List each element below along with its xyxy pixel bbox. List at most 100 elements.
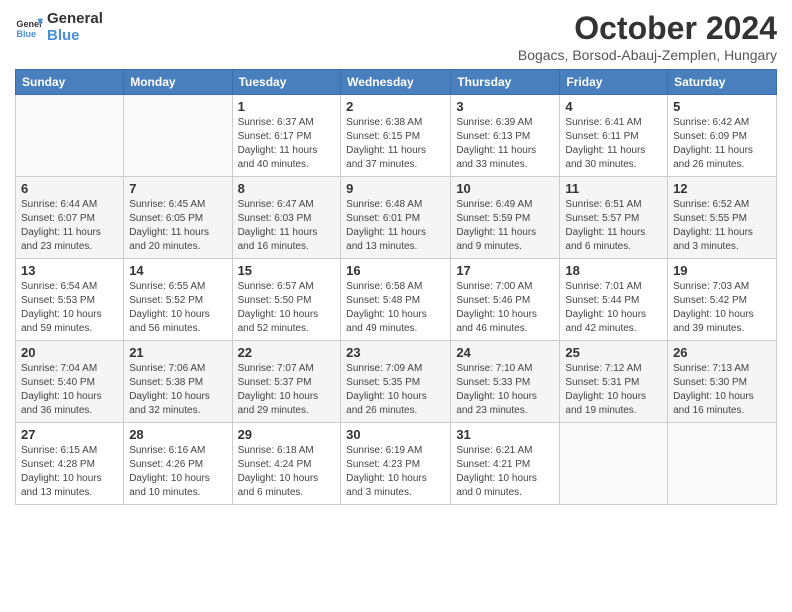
day-number: 15	[238, 263, 336, 278]
col-header-thursday: Thursday	[451, 70, 560, 95]
day-number: 21	[129, 345, 226, 360]
day-info: Sunrise: 6:57 AM Sunset: 5:50 PM Dayligh…	[238, 280, 336, 336]
calendar-cell: 9Sunrise: 6:48 AM Sunset: 6:01 PM Daylig…	[341, 177, 451, 259]
calendar-cell: 15 Sunrise: 6:57 AM Sunset: 5:50 PM Dayli…	[232, 259, 341, 341]
day-number: 1	[238, 99, 336, 114]
day-info: Sunrise: 6:44 AM Sunset: 6:07 PM Dayligh…	[21, 198, 118, 254]
page-header: General Blue General Blue October 2024 B…	[15, 10, 777, 63]
calendar-cell: 4Sunrise: 6:41 AM Sunset: 6:11 PM Daylig…	[560, 95, 668, 177]
day-number: 13	[21, 263, 118, 278]
day-info: Sunrise: 7:04 AM Sunset: 5:40 PM Dayligh…	[21, 362, 118, 418]
day-number: 20	[21, 345, 118, 360]
day-info: Sunrise: 6:39 AM Sunset: 6:13 PM Dayligh…	[456, 116, 554, 172]
calendar-cell: 7 Sunrise: 6:45 AM Sunset: 6:05 PM Daylig…	[124, 177, 232, 259]
day-number: 23	[346, 345, 445, 360]
calendar-cell: 11 Sunrise: 6:51 AM Sunset: 5:57 PM Dayli…	[560, 177, 668, 259]
day-number: 14	[129, 263, 226, 278]
calendar-cell: 6 Sunrise: 6:44 AM Sunset: 6:07 PM Daylig…	[16, 177, 124, 259]
day-info: Sunrise: 7:12 AM Sunset: 5:31 PM Dayligh…	[565, 362, 662, 418]
day-number: 22	[238, 345, 336, 360]
calendar-cell: 19 Sunrise: 7:03 AM Sunset: 5:42 PM Dayli…	[668, 259, 777, 341]
day-number: 30	[346, 427, 445, 442]
calendar-cell: 10 Sunrise: 6:49 AM Sunset: 5:59 PM Dayli…	[451, 177, 560, 259]
day-info: Sunrise: 6:42 AM Sunset: 6:09 PM Dayligh…	[673, 116, 771, 172]
calendar-cell: 20 Sunrise: 7:04 AM Sunset: 5:40 PM Dayli…	[16, 341, 124, 423]
calendar-cell: 13 Sunrise: 6:54 AM Sunset: 5:53 PM Dayli…	[16, 259, 124, 341]
day-info: Sunrise: 7:01 AM Sunset: 5:44 PM Dayligh…	[565, 280, 662, 336]
day-info: Sunrise: 6:15 AM Sunset: 4:28 PM Dayligh…	[21, 444, 118, 500]
day-info: Sunrise: 6:19 AM Sunset: 4:23 PM Dayligh…	[346, 444, 445, 500]
month-title: October 2024	[518, 10, 777, 47]
day-number: 19	[673, 263, 771, 278]
calendar-cell: 1Sunrise: 6:37 AM Sunset: 6:17 PM Daylig…	[232, 95, 341, 177]
day-number: 8	[238, 181, 336, 196]
day-info: Sunrise: 6:52 AM Sunset: 5:55 PM Dayligh…	[673, 198, 771, 254]
day-info: Sunrise: 6:47 AM Sunset: 6:03 PM Dayligh…	[238, 198, 336, 254]
calendar-cell: 31Sunrise: 6:21 AM Sunset: 4:21 PM Dayli…	[451, 423, 560, 505]
day-info: Sunrise: 6:48 AM Sunset: 6:01 PM Dayligh…	[346, 198, 445, 254]
col-header-friday: Friday	[560, 70, 668, 95]
day-info: Sunrise: 6:49 AM Sunset: 5:59 PM Dayligh…	[456, 198, 554, 254]
day-info: Sunrise: 6:51 AM Sunset: 5:57 PM Dayligh…	[565, 198, 662, 254]
day-number: 12	[673, 181, 771, 196]
calendar-cell	[560, 423, 668, 505]
calendar-cell: 18Sunrise: 7:01 AM Sunset: 5:44 PM Dayli…	[560, 259, 668, 341]
calendar-cell: 8 Sunrise: 6:47 AM Sunset: 6:03 PM Daylig…	[232, 177, 341, 259]
day-info: Sunrise: 7:09 AM Sunset: 5:35 PM Dayligh…	[346, 362, 445, 418]
calendar-cell: 17 Sunrise: 7:00 AM Sunset: 5:46 PM Dayli…	[451, 259, 560, 341]
day-number: 2	[346, 99, 445, 114]
day-number: 26	[673, 345, 771, 360]
calendar-cell: 26 Sunrise: 7:13 AM Sunset: 5:30 PM Dayli…	[668, 341, 777, 423]
logo-blue: Blue	[47, 27, 103, 44]
calendar-cell: 24Sunrise: 7:10 AM Sunset: 5:33 PM Dayli…	[451, 341, 560, 423]
day-number: 25	[565, 345, 662, 360]
day-number: 3	[456, 99, 554, 114]
day-info: Sunrise: 6:54 AM Sunset: 5:53 PM Dayligh…	[21, 280, 118, 336]
logo-general: General	[47, 10, 103, 27]
col-header-wednesday: Wednesday	[341, 70, 451, 95]
calendar-cell: 5 Sunrise: 6:42 AM Sunset: 6:09 PM Daylig…	[668, 95, 777, 177]
calendar-cell: 22 Sunrise: 7:07 AM Sunset: 5:37 PM Dayli…	[232, 341, 341, 423]
calendar-cell: 25 Sunrise: 7:12 AM Sunset: 5:31 PM Dayli…	[560, 341, 668, 423]
col-header-tuesday: Tuesday	[232, 70, 341, 95]
calendar-cell	[668, 423, 777, 505]
col-header-saturday: Saturday	[668, 70, 777, 95]
day-info: Sunrise: 7:03 AM Sunset: 5:42 PM Dayligh…	[673, 280, 771, 336]
calendar-cell	[16, 95, 124, 177]
day-info: Sunrise: 6:58 AM Sunset: 5:48 PM Dayligh…	[346, 280, 445, 336]
day-number: 16	[346, 263, 445, 278]
calendar-cell: 12 Sunrise: 6:52 AM Sunset: 5:55 PM Dayli…	[668, 177, 777, 259]
calendar-cell: 30 Sunrise: 6:19 AM Sunset: 4:23 PM Dayli…	[341, 423, 451, 505]
day-number: 6	[21, 181, 118, 196]
calendar-cell: 23 Sunrise: 7:09 AM Sunset: 5:35 PM Dayli…	[341, 341, 451, 423]
calendar-cell: 3 Sunrise: 6:39 AM Sunset: 6:13 PM Daylig…	[451, 95, 560, 177]
col-header-monday: Monday	[124, 70, 232, 95]
calendar-cell: 21 Sunrise: 7:06 AM Sunset: 5:38 PM Dayli…	[124, 341, 232, 423]
logo-icon: General Blue	[15, 13, 43, 41]
day-number: 17	[456, 263, 554, 278]
day-info: Sunrise: 6:45 AM Sunset: 6:05 PM Dayligh…	[129, 198, 226, 254]
day-info: Sunrise: 6:18 AM Sunset: 4:24 PM Dayligh…	[238, 444, 336, 500]
day-number: 4	[565, 99, 662, 114]
day-number: 28	[129, 427, 226, 442]
calendar-table: SundayMondayTuesdayWednesdayThursdayFrid…	[15, 69, 777, 505]
day-number: 10	[456, 181, 554, 196]
day-info: Sunrise: 7:06 AM Sunset: 5:38 PM Dayligh…	[129, 362, 226, 418]
day-number: 27	[21, 427, 118, 442]
day-info: Sunrise: 6:55 AM Sunset: 5:52 PM Dayligh…	[129, 280, 226, 336]
calendar-cell: 2 Sunrise: 6:38 AM Sunset: 6:15 PM Daylig…	[341, 95, 451, 177]
day-info: Sunrise: 6:16 AM Sunset: 4:26 PM Dayligh…	[129, 444, 226, 500]
calendar-cell: 14 Sunrise: 6:55 AM Sunset: 5:52 PM Dayli…	[124, 259, 232, 341]
calendar-cell: 28 Sunrise: 6:16 AM Sunset: 4:26 PM Dayli…	[124, 423, 232, 505]
calendar-cell: 29 Sunrise: 6:18 AM Sunset: 4:24 PM Dayli…	[232, 423, 341, 505]
day-info: Sunrise: 7:10 AM Sunset: 5:33 PM Dayligh…	[456, 362, 554, 418]
day-number: 5	[673, 99, 771, 114]
day-number: 11	[565, 181, 662, 196]
day-info: Sunrise: 7:07 AM Sunset: 5:37 PM Dayligh…	[238, 362, 336, 418]
day-number: 29	[238, 427, 336, 442]
day-info: Sunrise: 7:00 AM Sunset: 5:46 PM Dayligh…	[456, 280, 554, 336]
location-subtitle: Bogacs, Borsod-Abauj-Zemplen, Hungary	[518, 47, 777, 63]
day-number: 7	[129, 181, 226, 196]
day-info: Sunrise: 6:38 AM Sunset: 6:15 PM Dayligh…	[346, 116, 445, 172]
day-info: Sunrise: 7:13 AM Sunset: 5:30 PM Dayligh…	[673, 362, 771, 418]
